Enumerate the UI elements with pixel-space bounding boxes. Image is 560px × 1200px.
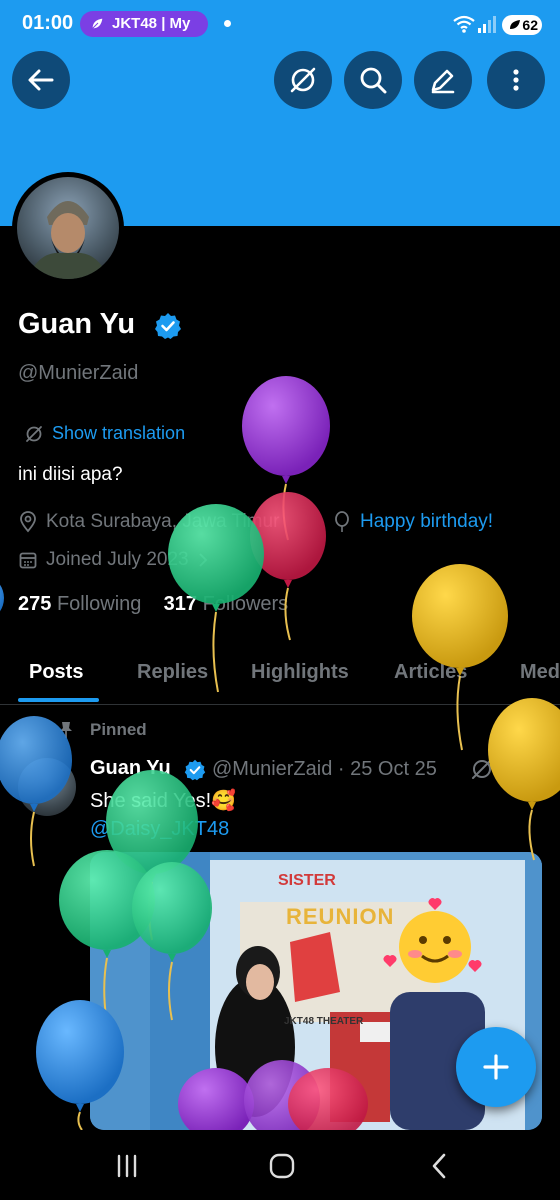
battery-indicator: 62 (502, 15, 542, 35)
edit-button[interactable] (414, 51, 472, 109)
post-mention-link[interactable]: @Daisy_JKT48 (90, 818, 229, 841)
profile-avatar[interactable] (12, 172, 124, 284)
home-icon[interactable] (268, 1152, 296, 1180)
show-translation-label: Show translation (52, 423, 186, 443)
location-pin-icon (20, 511, 36, 533)
follow-counts: 275 Following 317 Followers (18, 593, 288, 616)
plus-icon (483, 1054, 509, 1080)
search-icon (360, 67, 387, 94)
followers-label: Followers (202, 593, 289, 615)
image-sign-sister: SISTER (278, 872, 336, 889)
profile-tabs: Posts Replies Highlights Articles Media (0, 648, 560, 705)
notification-dot (224, 20, 231, 27)
post-author-name[interactable]: Guan Yu (90, 757, 171, 780)
active-tab-indicator (18, 698, 99, 702)
grok-button[interactable] (274, 51, 332, 109)
birthday-link[interactable]: Happy birthday! (360, 511, 493, 533)
image-sign-reunion: REUNION (286, 904, 395, 929)
app-notification-pill[interactable]: JKT48 | My (80, 11, 208, 37)
back-nav-icon[interactable] (428, 1152, 450, 1180)
profile-bio: ini diisi apa? (18, 464, 123, 485)
pin-icon (60, 722, 72, 738)
more-icon (513, 69, 519, 91)
joined-text: Joined July 2023 (46, 549, 189, 570)
location-text: Kota Surabaya, Jawa Timur (46, 511, 280, 532)
balloon-yellow-2 (488, 698, 560, 861)
compose-post-button[interactable] (456, 1027, 536, 1107)
post-grok-icon[interactable] (470, 757, 494, 781)
following-label: Following (56, 593, 142, 615)
balloon-icon (335, 511, 349, 532)
status-time: 01:00 (22, 12, 74, 34)
tab-highlights[interactable]: Highlights (251, 661, 349, 684)
grok-translate-icon (26, 425, 42, 442)
search-button[interactable] (344, 51, 402, 109)
tab-posts[interactable]: Posts (29, 661, 83, 684)
battery-saver-icon (510, 20, 520, 29)
followers-link[interactable]: 317 Followers (164, 593, 289, 615)
post-author-avatar[interactable] (18, 758, 76, 816)
avatar-image (27, 201, 109, 279)
balloon-blue-edge (0, 584, 4, 612)
following-count: 275 (18, 593, 52, 615)
post-text: She said Yes!🥰 (90, 790, 237, 812)
grok-icon (290, 67, 316, 93)
post-verified-badge-icon (184, 759, 206, 781)
joined-row: Joined July 2023 (18, 549, 209, 571)
calendar-icon (19, 552, 37, 569)
profile-handle: @MunierZaid (18, 362, 139, 384)
leaf-icon (91, 17, 104, 30)
tab-media[interactable]: Media (520, 661, 560, 684)
birthday-row: Happy birthday! (332, 511, 493, 533)
tab-articles[interactable]: Articles (394, 661, 467, 684)
more-options-button[interactable] (487, 51, 545, 109)
battery-level: 62 (522, 17, 538, 33)
back-button[interactable] (12, 51, 70, 109)
tab-replies[interactable]: Replies (137, 661, 208, 684)
edit-icon (431, 69, 455, 94)
profile-name: Guan Yu (18, 308, 136, 340)
followers-count: 317 (163, 593, 198, 615)
show-translation-link[interactable]: Show translation (24, 423, 185, 444)
pinned-label: Pinned (90, 720, 147, 739)
arrow-left-icon (28, 69, 54, 91)
post-handle-date: @MunierZaid · 25 Oct 25 (212, 758, 437, 780)
location-row: Kota Surabaya, Jawa Timur (18, 511, 279, 533)
wifi-signal-icon (453, 15, 496, 33)
recent-apps-icon[interactable] (114, 1153, 140, 1179)
image-sign-theater: JKT48 THEATER (284, 1016, 364, 1027)
verified-badge-icon[interactable] (154, 312, 182, 340)
app-pill-label: JKT48 | My (112, 15, 191, 32)
chevron-right-icon[interactable] (197, 552, 209, 568)
following-link[interactable]: 275 Following (18, 593, 141, 615)
